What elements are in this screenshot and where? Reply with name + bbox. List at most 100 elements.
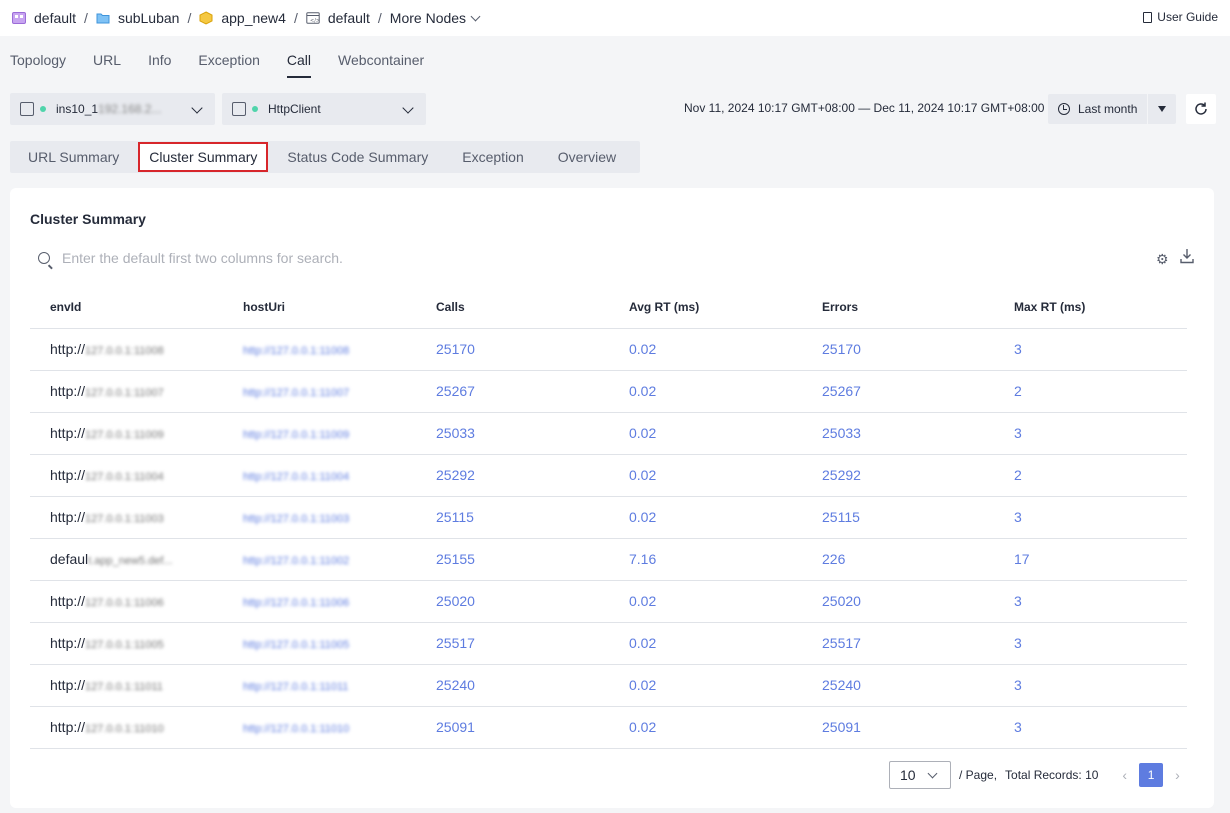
prev-page-icon[interactable]: ‹ bbox=[1122, 767, 1127, 783]
cell-hosturi[interactable]: http://127.0.0.1:11011 bbox=[223, 664, 416, 707]
breadcrumb-item-project[interactable]: default bbox=[12, 10, 76, 26]
next-page-icon[interactable]: › bbox=[1175, 767, 1180, 783]
cell-calls[interactable]: 25155 bbox=[416, 538, 609, 581]
table-row[interactable]: http://127.0.0.1:11003 http://127.0.0.1:1… bbox=[30, 496, 1187, 539]
cell-errors[interactable]: 226 bbox=[802, 538, 994, 581]
cell-avg-rt[interactable]: 0.02 bbox=[609, 706, 802, 749]
cell-max-rt[interactable]: 3 bbox=[994, 496, 1187, 539]
cell-errors[interactable]: 25091 bbox=[802, 706, 994, 749]
cell-max-rt[interactable]: 2 bbox=[994, 370, 1187, 413]
time-period-select[interactable]: Last month bbox=[1048, 94, 1176, 124]
table-row[interactable]: http://127.0.0.1:11007 http://127.0.0.1:1… bbox=[30, 370, 1187, 413]
tab-exception[interactable]: Exception bbox=[198, 52, 259, 78]
cell-avg-rt[interactable]: 0.02 bbox=[609, 412, 802, 455]
cell-hosturi[interactable]: http://127.0.0.1:11010 bbox=[223, 706, 416, 749]
cell-calls[interactable]: 25240 bbox=[416, 664, 609, 707]
cell-max-rt[interactable]: 3 bbox=[994, 664, 1187, 707]
cell-calls[interactable]: 25033 bbox=[416, 412, 609, 455]
table-row[interactable]: http://127.0.0.1:11005 http://127.0.0.1:1… bbox=[30, 622, 1187, 665]
chevron-down-icon bbox=[402, 102, 414, 114]
table-row[interactable]: http://127.0.0.1:11004 http://127.0.0.1:1… bbox=[30, 454, 1187, 497]
table-row[interactable]: http://127.0.0.1:11008 http://127.0.0.1:1… bbox=[30, 328, 1187, 371]
column-header-max-rt[interactable]: Max RT (ms) bbox=[994, 286, 1187, 329]
divider bbox=[1147, 94, 1148, 124]
tab-call[interactable]: Call bbox=[286, 52, 312, 78]
cell-hosturi[interactable]: http://127.0.0.1:11003 bbox=[223, 496, 416, 539]
cell-errors[interactable]: 25033 bbox=[802, 412, 994, 455]
cell-errors[interactable]: 25292 bbox=[802, 454, 994, 497]
column-header-errors[interactable]: Errors bbox=[802, 286, 994, 329]
cell-max-rt[interactable]: 17 bbox=[994, 538, 1187, 581]
cell-calls[interactable]: 25292 bbox=[416, 454, 609, 497]
table-row[interactable]: http://127.0.0.1:11009 http://127.0.0.1:1… bbox=[30, 412, 1187, 455]
column-header-avg-rt[interactable]: Avg RT (ms) bbox=[609, 286, 802, 329]
table-row[interactable]: http://127.0.0.1:11011 http://127.0.0.1:1… bbox=[30, 664, 1187, 707]
cell-errors[interactable]: 25020 bbox=[802, 580, 994, 623]
cell-errors[interactable]: 25170 bbox=[802, 328, 994, 371]
breadcrumb-item-environment[interactable]: </> default bbox=[306, 10, 370, 26]
download-icon[interactable] bbox=[1180, 248, 1194, 264]
column-header-hosturi[interactable]: hostUri bbox=[223, 286, 416, 329]
refresh-button[interactable] bbox=[1186, 94, 1216, 124]
page-1-button[interactable]: 1 bbox=[1139, 763, 1164, 787]
cell-max-rt[interactable]: 3 bbox=[994, 706, 1187, 749]
table-row[interactable]: http://127.0.0.1:11010 http://127.0.0.1:1… bbox=[30, 706, 1187, 749]
user-guide-link[interactable]: User Guide bbox=[1143, 10, 1218, 24]
cell-hosturi[interactable]: http://127.0.0.1:11004 bbox=[223, 454, 416, 497]
cell-hosturi[interactable]: http://127.0.0.1:11008 bbox=[223, 328, 416, 371]
tab-webcontainer[interactable]: Webcontainer bbox=[338, 52, 424, 78]
cell-errors[interactable]: 25517 bbox=[802, 622, 994, 665]
cell-avg-rt[interactable]: 7.16 bbox=[609, 538, 802, 581]
tab-url[interactable]: URL bbox=[93, 52, 121, 78]
page-size-select[interactable]: 10 bbox=[889, 761, 951, 789]
cell-calls[interactable]: 25091 bbox=[416, 706, 609, 749]
table-row[interactable]: default.app_new5.def... http://127.0.0.1:… bbox=[30, 538, 1187, 581]
tab-topology[interactable]: Topology bbox=[10, 52, 66, 78]
cell-max-rt[interactable]: 3 bbox=[994, 622, 1187, 665]
cell-max-rt[interactable]: 3 bbox=[994, 580, 1187, 623]
settings-icon[interactable]: ⚙ bbox=[1156, 251, 1169, 268]
cell-max-rt[interactable]: 2 bbox=[994, 454, 1187, 497]
breadcrumb-item-folder[interactable]: subLuban bbox=[96, 10, 179, 26]
breadcrumb-item-app[interactable]: app_new4 bbox=[199, 10, 286, 26]
cell-calls[interactable]: 25020 bbox=[416, 580, 609, 623]
cell-hosturi[interactable]: http://127.0.0.1:11007 bbox=[223, 370, 416, 413]
cell-avg-rt[interactable]: 0.02 bbox=[609, 580, 802, 623]
tab-info[interactable]: Info bbox=[148, 52, 171, 78]
cell-hosturi[interactable]: http://127.0.0.1:11009 bbox=[223, 412, 416, 455]
more-nodes-dropdown[interactable]: More Nodes bbox=[390, 10, 481, 26]
cell-hosturi[interactable]: http://127.0.0.1:11005 bbox=[223, 622, 416, 665]
cell-calls[interactable]: 25517 bbox=[416, 622, 609, 665]
cell-avg-rt[interactable]: 0.02 bbox=[609, 454, 802, 497]
tab-status-code-summary[interactable]: Status Code Summary bbox=[273, 144, 442, 170]
environment-icon: </> bbox=[306, 12, 320, 24]
tab-url-summary[interactable]: URL Summary bbox=[14, 144, 133, 170]
cell-calls[interactable]: 25115 bbox=[416, 496, 609, 539]
cell-envid: default.app_new5.def... bbox=[30, 538, 223, 581]
cell-hosturi[interactable]: http://127.0.0.1:11006 bbox=[223, 580, 416, 623]
tab-cluster-summary[interactable]: Cluster Summary bbox=[138, 142, 269, 172]
column-header-envid[interactable]: envId bbox=[30, 286, 223, 329]
column-header-calls[interactable]: Calls bbox=[416, 286, 609, 329]
search-input[interactable]: Enter the default first two columns for … bbox=[38, 250, 343, 266]
tab-exception-summary[interactable]: Exception bbox=[448, 144, 537, 170]
cell-avg-rt[interactable]: 0.02 bbox=[609, 664, 802, 707]
cell-avg-rt[interactable]: 0.02 bbox=[609, 370, 802, 413]
cell-max-rt[interactable]: 3 bbox=[994, 412, 1187, 455]
cell-calls[interactable]: 25267 bbox=[416, 370, 609, 413]
refresh-icon bbox=[1195, 102, 1207, 115]
call-type-select[interactable]: HttpClient bbox=[222, 93, 426, 125]
cell-avg-rt[interactable]: 0.02 bbox=[609, 622, 802, 665]
cell-max-rt[interactable]: 3 bbox=[994, 328, 1187, 371]
cell-avg-rt[interactable]: 0.02 bbox=[609, 496, 802, 539]
caret-down-icon[interactable] bbox=[1158, 106, 1166, 112]
table-row[interactable]: http://127.0.0.1:11006 http://127.0.0.1:1… bbox=[30, 580, 1187, 623]
cell-errors[interactable]: 25267 bbox=[802, 370, 994, 413]
cell-calls[interactable]: 25170 bbox=[416, 328, 609, 371]
cell-errors[interactable]: 25240 bbox=[802, 664, 994, 707]
cell-avg-rt[interactable]: 0.02 bbox=[609, 328, 802, 371]
cell-hosturi[interactable]: http://127.0.0.1:11002 bbox=[223, 538, 416, 581]
tab-overview[interactable]: Overview bbox=[544, 144, 630, 170]
cell-errors[interactable]: 25115 bbox=[802, 496, 994, 539]
instance-select[interactable]: ins10_1 192.168.2... bbox=[10, 93, 215, 125]
